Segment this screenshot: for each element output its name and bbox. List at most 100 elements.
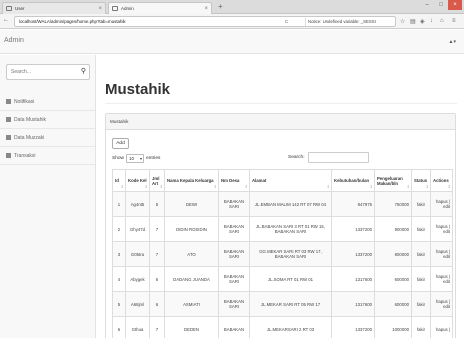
column-header[interactable]: Pengeluaran Makan/bln ⇕ bbox=[374, 169, 412, 192]
table-cell-jml: 5 bbox=[149, 191, 165, 217]
tab-label: Admin bbox=[121, 6, 134, 11]
table-cell-nama: ATO bbox=[164, 241, 219, 267]
row-actions-link[interactable]: hapus | bbox=[430, 316, 453, 338]
row-actions-link[interactable]: hapus | edit bbox=[430, 216, 453, 242]
column-header[interactable]: Kode Kel ⇕ bbox=[125, 169, 150, 192]
shield-icon[interactable]: ◈ bbox=[420, 18, 425, 25]
sidebar-item-notifikasi[interactable]: Notifikasi bbox=[0, 93, 95, 111]
window-close-icon[interactable]: × bbox=[448, 0, 462, 10]
search-icon[interactable]: ⚲ bbox=[81, 68, 86, 76]
notification-icon bbox=[6, 99, 11, 104]
sidebar-item-label: Notifikasi bbox=[14, 98, 35, 105]
menu-icon[interactable]: ≡ bbox=[452, 18, 456, 24]
browser-toolbar: ← localhost/WALA/admin/pages/home.php?ta… bbox=[0, 14, 464, 29]
table-cell-pengeluaran: 1000000 bbox=[374, 316, 412, 338]
browser-search-field[interactable]: Notice: Undefined variable: _SESSI bbox=[305, 18, 395, 26]
page-icon bbox=[112, 6, 118, 11]
bookmark-star-icon[interactable]: ☆ bbox=[400, 18, 405, 25]
sidebar-item-label: Data Muzzaki bbox=[14, 134, 45, 141]
download-icon[interactable]: ↓ bbox=[430, 18, 433, 24]
browser-tab-admin[interactable]: Admin × bbox=[108, 2, 212, 14]
show-label: Show bbox=[112, 156, 124, 161]
column-header[interactable]: Nama Kepala Keluarga ⇕ bbox=[164, 169, 219, 192]
table-cell-desa: BABAKAN SARI bbox=[218, 266, 250, 292]
row-actions-link[interactable]: hapus | edit bbox=[430, 291, 453, 317]
sort-icon: ⇕ bbox=[144, 184, 148, 189]
address-bar[interactable]: localhost/WALA/admin/pages/home.php?tab=… bbox=[14, 16, 396, 27]
new-tab-button[interactable]: + bbox=[218, 3, 223, 11]
table-cell-alamat: JL.EMBAN MALIM 142 RT 07 RW 04 bbox=[249, 191, 332, 217]
browser-tab-user[interactable]: User × bbox=[2, 2, 106, 14]
entries-select[interactable]: 10 ▾ bbox=[126, 154, 144, 163]
table-cell-desa: BABAKAN bbox=[218, 316, 250, 338]
table-cell-status: fakir bbox=[411, 241, 431, 267]
back-icon[interactable]: ← bbox=[3, 17, 9, 23]
add-button[interactable]: Add bbox=[112, 138, 129, 149]
library-icon[interactable]: ▤ bbox=[410, 18, 416, 25]
show-entries: Show 10 ▾ entries bbox=[112, 154, 160, 163]
main-content: Mustahik Mustahik Add Show 10 ▾ entries … bbox=[97, 55, 464, 338]
table-cell-kode: Gthua bbox=[125, 316, 150, 338]
row-actions-link[interactable]: hapus | edit bbox=[430, 191, 453, 217]
divider bbox=[105, 103, 457, 104]
table-cell-status: fakir bbox=[411, 266, 431, 292]
row-actions-link[interactable]: hapus | edit bbox=[430, 241, 453, 267]
table-search-input[interactable] bbox=[307, 152, 369, 163]
table-cell-alamat: JL.MEKARSARI 2 RT 03 bbox=[249, 316, 332, 338]
sidebar-item-label: Transaksi bbox=[14, 152, 36, 159]
table-cell-kode: A68jml bbox=[125, 291, 150, 317]
table-cell-status: fakir bbox=[411, 216, 431, 242]
table-cell-jml: 7 bbox=[149, 216, 165, 242]
reload-icon[interactable]: C bbox=[285, 19, 288, 24]
table-cell-pengeluaran: 900000 bbox=[374, 216, 412, 242]
sidebar-item-data-mustahik[interactable]: Data Mustahik bbox=[0, 111, 95, 129]
maximize-icon[interactable]: □ bbox=[434, 0, 448, 10]
column-header[interactable]: Status ⇕ bbox=[411, 169, 431, 192]
column-header[interactable]: Alamat ⇕ bbox=[249, 169, 332, 192]
table-cell-jml: 6 bbox=[149, 291, 165, 317]
table-row: 4 Abygek 6 DADANG JUANDA BABAKAN SARI JL.SOMA… bbox=[112, 266, 453, 292]
table-cell-jml: 6 bbox=[149, 266, 165, 292]
table-cell-id: 6 bbox=[112, 316, 126, 338]
sort-icon: ⇕ bbox=[244, 184, 248, 189]
table-cell-kebutuhan: 847975 bbox=[331, 191, 375, 217]
column-header[interactable]: Nm Desa ⇕ bbox=[218, 169, 250, 192]
table-search-label: Search: bbox=[288, 155, 305, 160]
sort-icon: ⇕ bbox=[159, 184, 163, 189]
close-icon[interactable]: × bbox=[98, 6, 102, 12]
table-cell-alamat: JL.MEKAR SARI RT 05 RW 17 bbox=[249, 291, 332, 317]
column-header[interactable]: Id ⇕ bbox=[112, 169, 126, 192]
table-cell-alamat: JL.BABAKAN SARI 3 RT 01 RW 15, BABAKAN S… bbox=[249, 216, 332, 242]
table-cell-desa: BABAKAN SARI bbox=[218, 291, 250, 317]
table-cell-status: fakir bbox=[411, 291, 431, 317]
home-icon[interactable]: ⌂ bbox=[440, 18, 444, 24]
close-icon[interactable]: × bbox=[204, 6, 208, 12]
row-actions-link[interactable]: hapus | edit bbox=[430, 266, 453, 292]
sidebar-item-data-muzzaki[interactable]: Data Muzzaki bbox=[0, 129, 95, 147]
table-cell-kode: Ag4nt5 bbox=[125, 191, 150, 217]
table-cell-nama: DEWI bbox=[164, 191, 219, 217]
table-cell-status: fakir bbox=[411, 316, 431, 338]
table-cell-id: 5 bbox=[112, 291, 126, 317]
user-menu-icon[interactable]: ▲▾ bbox=[449, 39, 456, 45]
sidebar-item-transaksi[interactable]: Transaksi bbox=[0, 147, 95, 165]
table-cell-desa: BABAKAN SARI bbox=[218, 241, 250, 267]
page-title: Mustahik bbox=[105, 81, 171, 98]
sort-icon: ⇕ bbox=[369, 184, 373, 189]
minimize-icon[interactable]: – bbox=[420, 0, 434, 10]
table-icon bbox=[6, 153, 11, 158]
sidebar: ⚲ Notifikasi Data Mustahik Data Muzzaki … bbox=[0, 55, 96, 338]
table-cell-pengeluaran: 800000 bbox=[374, 241, 412, 267]
table-cell-nama: DADANG JUANDA bbox=[164, 266, 219, 292]
brand-title[interactable]: Admin bbox=[4, 37, 24, 44]
column-header[interactable]: Actions ⇕ bbox=[430, 169, 453, 192]
sort-icon: ⇕ bbox=[447, 184, 451, 189]
column-header[interactable]: Kebutuhan/bulan ⇕ bbox=[331, 169, 375, 192]
entries-select-value: 10 bbox=[129, 156, 135, 161]
browser-tab-bar: User × Admin × + – □ × bbox=[0, 0, 464, 14]
sidebar-search-input[interactable] bbox=[7, 65, 75, 79]
column-header[interactable]: Jml Art ⇕ bbox=[149, 169, 165, 192]
table-icon bbox=[6, 117, 11, 122]
table-cell-id: 3 bbox=[112, 241, 126, 267]
table-cell-kebutuhan: 1317600 bbox=[331, 291, 375, 317]
